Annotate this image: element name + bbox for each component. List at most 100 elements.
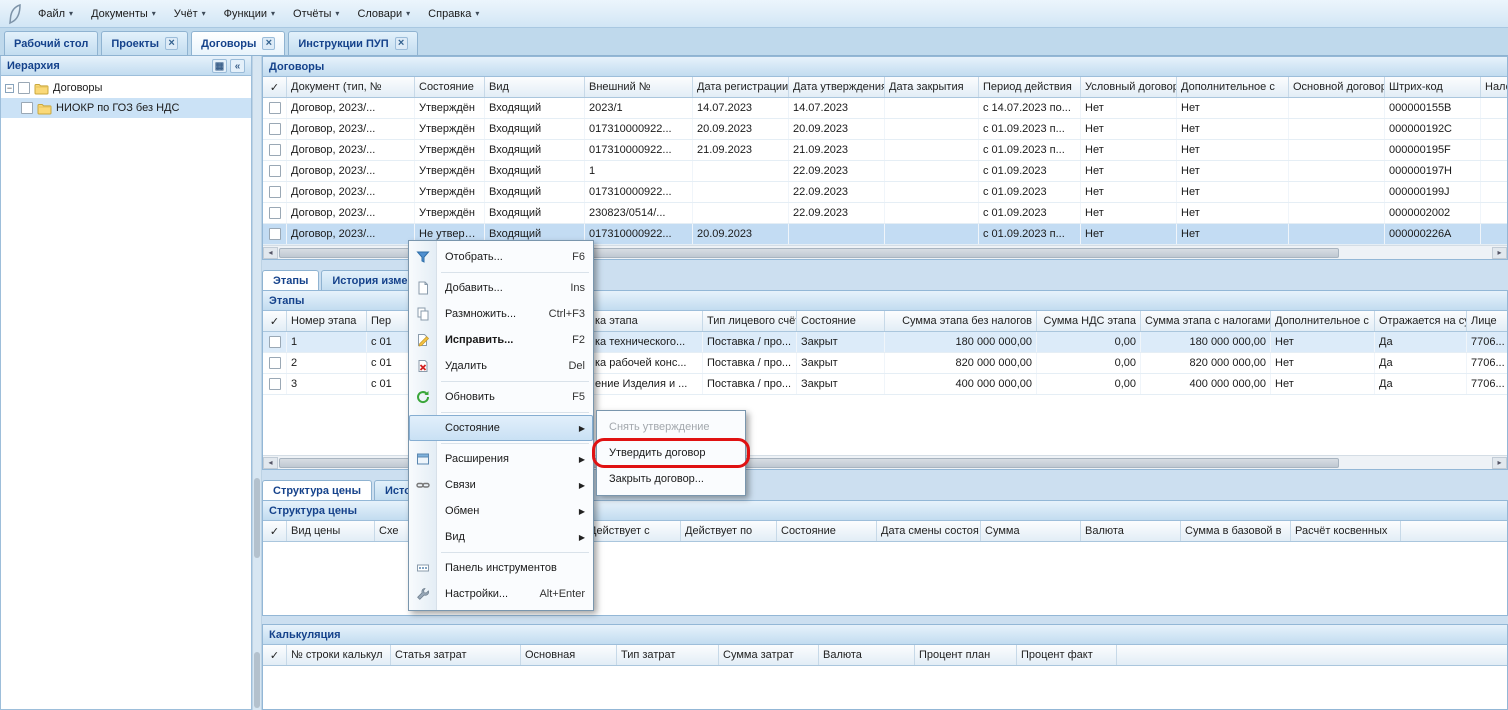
column-header[interactable]: Штрих-код [1385,77,1481,97]
vertical-scroll-thumb[interactable] [254,478,260,558]
scroll-left-icon[interactable]: ◂ [263,457,278,469]
column-header[interactable]: Период действия [979,77,1081,97]
column-header[interactable]: Лице [1467,311,1507,331]
column-header[interactable]: ка этапа [591,311,703,331]
column-header[interactable]: Документ (тип, № [287,77,415,97]
hierarchy-grid-icon[interactable]: ▦ [212,59,227,73]
table-row[interactable]: Договор, 2023/...УтверждёнВходящий230823… [263,203,1507,224]
document-tab[interactable]: Инструкции ПУП× [288,31,417,55]
column-header[interactable]: Статья затрат [391,645,521,665]
row-checkbox[interactable] [269,123,281,135]
context-menu-item[interactable]: ОбновитьF5 [409,384,593,410]
column-header[interactable]: Тип затрат [617,645,719,665]
column-header[interactable]: Нало [1481,77,1507,97]
tab-close-icon[interactable]: × [395,37,408,50]
column-header[interactable]: Состояние [797,311,885,331]
context-menu-item[interactable]: Обмен▶ [409,498,593,524]
column-header[interactable]: Основной договор [1289,77,1385,97]
pane-tab[interactable]: Структура цены [262,480,372,500]
row-checkbox[interactable] [269,102,281,114]
column-header[interactable]: Сумма в базовой в [1181,521,1291,541]
tab-close-icon[interactable]: × [165,37,178,50]
row-checkbox[interactable] [269,378,281,390]
column-header[interactable]: Дата закрытия [885,77,979,97]
column-header[interactable]: Сумма затрат [719,645,819,665]
menubar-item[interactable]: Отчёты▾ [285,5,347,23]
table-row[interactable]: Договор, 2023/...УтверждёнВходящий122.09… [263,161,1507,182]
context-menu-item[interactable]: Связи▶ [409,472,593,498]
column-header[interactable]: Сумма НДС этапа [1037,311,1141,331]
tree-expander-icon[interactable]: − [5,84,14,93]
column-header[interactable]: Номер этапа [287,311,367,331]
context-menu-item[interactable]: Отобрать...F6 [409,244,593,270]
scroll-right-icon[interactable]: ▸ [1492,457,1507,469]
scroll-right-icon[interactable]: ▸ [1492,247,1507,259]
panel-splitter[interactable] [252,56,262,710]
scroll-left-icon[interactable]: ◂ [263,247,278,259]
context-menu-item[interactable]: Панель инструментов [409,555,593,581]
tree-node[interactable]: −Договоры [1,78,251,98]
column-header[interactable]: Действует по [681,521,777,541]
menubar-item[interactable]: Справка▾ [420,5,487,23]
menubar-item[interactable]: Функции▾ [216,5,283,23]
column-header[interactable]: ✓ [263,77,287,97]
document-tab[interactable]: Рабочий стол [4,31,98,55]
column-header[interactable]: Процент план [915,645,1017,665]
context-menu-item[interactable]: Исправить...F2 [409,327,593,353]
vertical-scroll-thumb[interactable] [254,652,260,708]
submenu-item[interactable]: Закрыть договор... [597,466,745,492]
submenu-item[interactable]: Утвердить договор [597,440,745,466]
menubar-item[interactable]: Документы▾ [83,5,164,23]
column-header[interactable]: ✓ [263,521,287,541]
column-header[interactable]: Условный договор [1081,77,1177,97]
tree-node-checkbox[interactable] [18,82,30,94]
context-menu-item[interactable]: Вид▶ [409,524,593,550]
pane-tab[interactable]: Этапы [262,270,319,290]
column-header[interactable]: Отражается на су [1375,311,1467,331]
column-header[interactable]: Дополнительное с [1271,311,1375,331]
row-checkbox[interactable] [269,357,281,369]
table-row[interactable]: Договор, 2023/...УтверждёнВходящий017310… [263,140,1507,161]
column-header[interactable]: Процент факт [1017,645,1117,665]
column-header[interactable]: Основная [521,645,617,665]
column-header[interactable]: Валюта [819,645,915,665]
menubar-item[interactable]: Словари▾ [349,5,418,23]
column-header[interactable]: Вид [485,77,585,97]
column-header[interactable]: Валюта [1081,521,1181,541]
table-row[interactable]: Договор, 2023/...УтверждёнВходящий017310… [263,182,1507,203]
column-header[interactable]: Состояние [415,77,485,97]
column-header[interactable]: ✓ [263,645,287,665]
menubar-item[interactable]: Файл▾ [30,5,81,23]
column-header[interactable]: Дата регистрации [693,77,789,97]
column-header[interactable]: Дата утверждения [789,77,885,97]
context-menu-item[interactable]: Размножить...Ctrl+F3 [409,301,593,327]
context-menu-item[interactable]: Расширения▶ [409,446,593,472]
context-menu-item[interactable]: Состояние▶ [409,415,593,441]
tab-close-icon[interactable]: × [262,37,275,50]
column-header[interactable]: Внешний № [585,77,693,97]
table-row[interactable]: Договор, 2023/...УтверждёнВходящий2023/1… [263,98,1507,119]
column-header[interactable]: Действует с [585,521,681,541]
column-header[interactable]: Сумма этапа с налогами [1141,311,1271,331]
menubar-item[interactable]: Учёт▾ [166,5,214,23]
table-row[interactable]: Договор, 2023/...УтверждёнВходящий017310… [263,119,1507,140]
row-checkbox[interactable] [269,144,281,156]
row-checkbox[interactable] [269,336,281,348]
row-checkbox[interactable] [269,186,281,198]
document-tab[interactable]: Проекты× [101,31,188,55]
column-header[interactable]: Расчёт косвенных [1291,521,1401,541]
column-header[interactable]: ✓ [263,311,287,331]
column-header[interactable]: Сумма этапа без налогов [885,311,1037,331]
column-header[interactable]: № строки калькул [287,645,391,665]
column-header[interactable]: Дата смены состоя [877,521,981,541]
column-header[interactable]: Состояние [777,521,877,541]
context-menu-item[interactable]: Добавить...Ins [409,275,593,301]
column-header[interactable]: Тип лицевого счёт [703,311,797,331]
row-checkbox[interactable] [269,207,281,219]
row-checkbox[interactable] [269,165,281,177]
tree-node[interactable]: НИОКР по ГОЗ без НДС [1,98,251,118]
column-header[interactable]: Дополнительное с [1177,77,1289,97]
row-checkbox[interactable] [269,228,281,240]
context-menu-item[interactable]: Настройки...Alt+Enter [409,581,593,607]
column-header[interactable]: Сумма [981,521,1081,541]
